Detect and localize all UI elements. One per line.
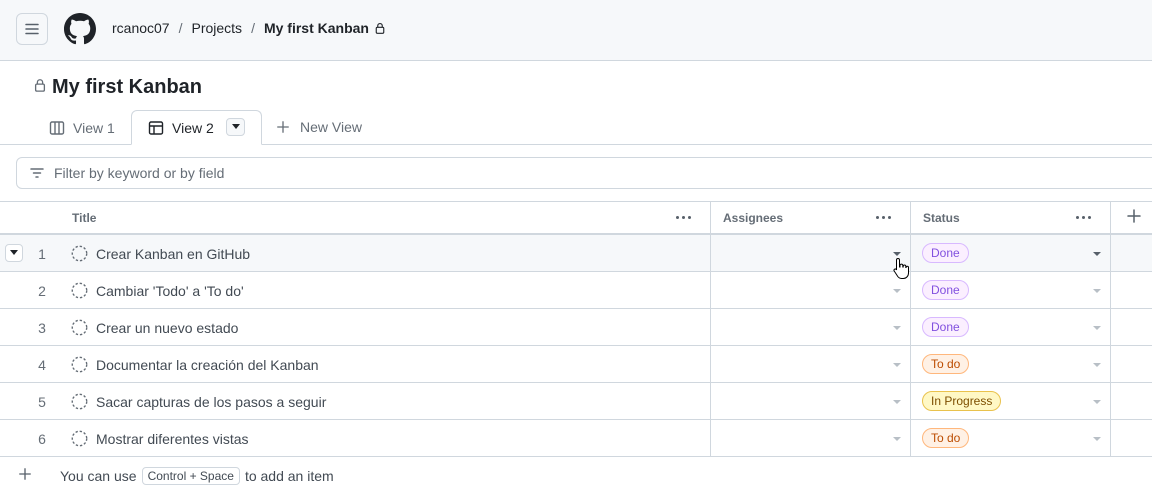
column-header-status[interactable]: Status [923, 202, 960, 234]
column-divider [1110, 202, 1111, 457]
column-menu-icon[interactable] [1076, 209, 1091, 225]
status-badge: To do [922, 354, 970, 374]
item-title[interactable]: Crear un nuevo estado [96, 320, 238, 336]
draft-issue-icon [71, 356, 88, 376]
breadcrumb-owner[interactable]: rcanoc07 [112, 20, 170, 36]
assignees-dropdown-icon[interactable] [893, 400, 901, 404]
assignees-dropdown-icon[interactable] [893, 326, 901, 330]
status-dropdown-icon[interactable] [1093, 252, 1101, 256]
row-expand-button[interactable] [5, 244, 23, 262]
status-badge: Done [922, 317, 969, 337]
breadcrumb-projects[interactable]: Projects [191, 20, 242, 36]
status-badge: In Progress [922, 391, 1002, 411]
assignees-dropdown-icon[interactable] [893, 252, 901, 256]
breadcrumb-separator: / [251, 20, 255, 36]
status-dropdown-icon[interactable] [1093, 289, 1101, 293]
column-divider [710, 202, 711, 457]
breadcrumb-separator: / [178, 20, 183, 36]
status-badge: Done [922, 280, 969, 300]
row-number: 4 [38, 357, 46, 373]
row-number: 2 [38, 283, 46, 299]
menu-button[interactable] [16, 13, 48, 45]
new-view-button[interactable]: New View [276, 119, 362, 135]
table-row[interactable]: 6 Mostrar diferentes vistas To do [0, 420, 1152, 457]
table-row[interactable]: 2 Cambiar 'Todo' a 'To do' Done [0, 272, 1152, 309]
top-header: rcanoc07 / Projects / My first Kanban [0, 0, 1152, 61]
draft-issue-icon [71, 282, 88, 302]
breadcrumb: rcanoc07 / Projects / My first Kanban [112, 20, 386, 36]
status-badge: Done [922, 243, 969, 263]
new-view-label: New View [300, 119, 362, 135]
item-title[interactable]: Sacar capturas de los pasos a seguir [96, 394, 326, 410]
column-divider [910, 202, 911, 457]
assignees-dropdown-icon[interactable] [893, 363, 901, 367]
table-row[interactable]: 4 Documentar la creación del Kanban To do [0, 346, 1152, 383]
filter-icon [29, 165, 45, 181]
add-field-icon[interactable] [1126, 208, 1142, 227]
filter-input[interactable]: Filter by keyword or by field [16, 157, 1152, 189]
keyboard-shortcut: Control + Space [141, 467, 240, 485]
status-dropdown-icon[interactable] [1093, 400, 1101, 404]
board-icon [49, 120, 65, 136]
status-dropdown-icon[interactable] [1093, 437, 1101, 441]
hint-suffix: to add an item [244, 468, 334, 484]
row-number: 5 [38, 394, 46, 410]
status-badge: To do [922, 428, 970, 448]
filter-placeholder: Filter by keyword or by field [54, 165, 225, 181]
draft-issue-icon [71, 319, 88, 339]
plus-icon[interactable] [18, 467, 32, 484]
hamburger-icon [25, 23, 39, 35]
caret-down-icon [10, 250, 18, 255]
row-number: 6 [38, 431, 46, 447]
hand-cursor-icon [893, 257, 909, 279]
plus-icon [276, 120, 290, 134]
column-header-title[interactable]: Title [72, 202, 96, 234]
row-number: 3 [38, 320, 46, 336]
table-row[interactable]: 5 Sacar capturas de los pasos a seguir In … [0, 383, 1152, 420]
table-icon [148, 120, 164, 136]
breadcrumb-current-project[interactable]: My first Kanban [264, 20, 369, 36]
tab-label: View 1 [73, 119, 115, 136]
status-dropdown-icon[interactable] [1093, 363, 1101, 367]
tab-label: View 2 [172, 119, 214, 136]
add-item-hint: You can use Control + Space to add an it… [60, 467, 334, 485]
item-title[interactable]: Documentar la creación del Kanban [96, 357, 319, 373]
column-header-assignees[interactable]: Assignees [723, 202, 783, 234]
add-item-footer: You can use Control + Space to add an it… [0, 457, 1152, 493]
assignees-dropdown-icon[interactable] [893, 437, 901, 441]
github-logo-icon[interactable] [64, 13, 96, 45]
item-title[interactable]: Mostrar diferentes vistas [96, 431, 249, 447]
draft-issue-icon [71, 393, 88, 413]
item-title[interactable]: Cambiar 'Todo' a 'To do' [96, 283, 244, 299]
assignees-dropdown-icon[interactable] [893, 289, 901, 293]
table-row[interactable]: 1 Crear Kanban en GitHub Done [0, 235, 1152, 272]
draft-issue-icon [71, 430, 88, 450]
item-title[interactable]: Crear Kanban en GitHub [96, 246, 250, 262]
tab-view-1[interactable]: View 1 [40, 110, 115, 145]
row-number: 1 [38, 246, 46, 262]
caret-down-icon [231, 124, 240, 129]
project-title: My first Kanban [52, 76, 203, 98]
status-dropdown-icon[interactable] [1093, 326, 1101, 330]
view-options-button[interactable] [226, 118, 245, 136]
lock-icon [33, 78, 47, 95]
column-menu-icon[interactable] [876, 209, 891, 225]
draft-issue-icon [71, 245, 88, 265]
hint-prefix: You can use [60, 468, 137, 484]
column-menu-icon[interactable] [676, 209, 691, 225]
lock-icon [374, 22, 386, 34]
table-top-border [0, 201, 1152, 202]
table-row[interactable]: 3 Crear un nuevo estado Done [0, 309, 1152, 346]
